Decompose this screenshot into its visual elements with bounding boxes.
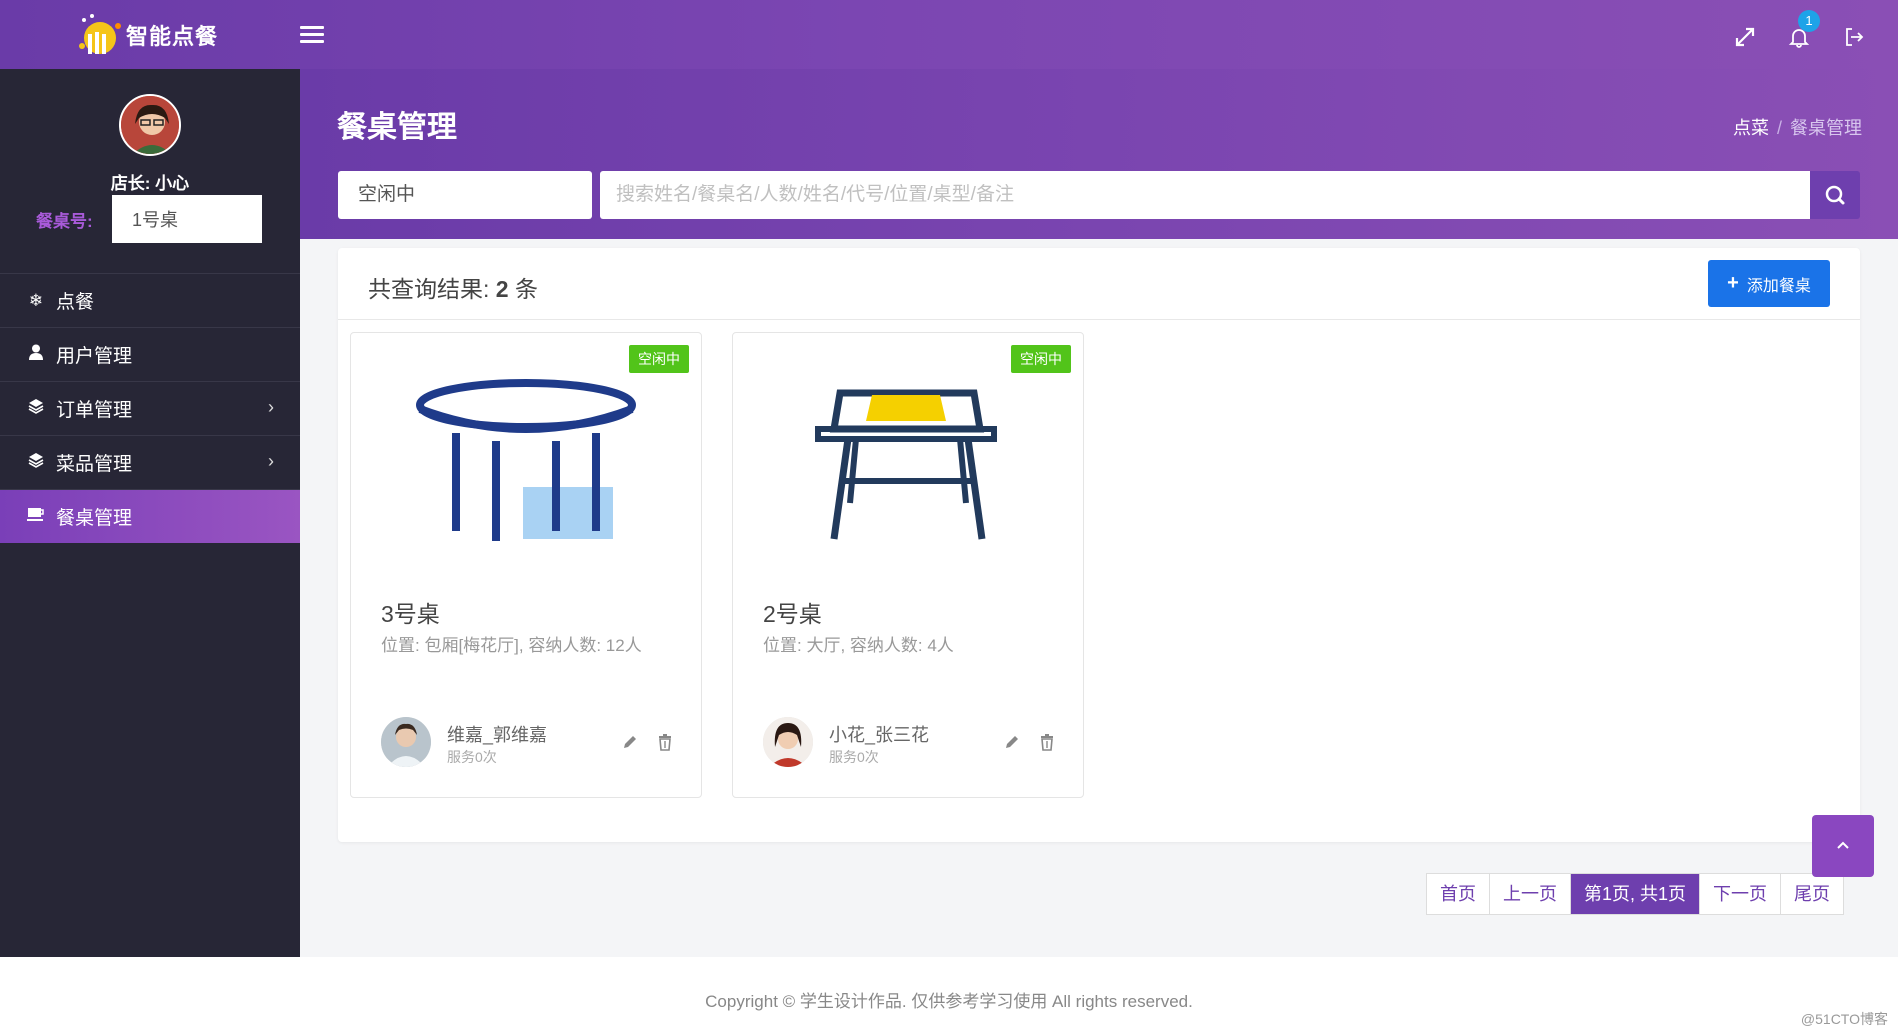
- logout-icon[interactable]: [1843, 26, 1865, 48]
- waiter-service-count: 服务0次: [447, 749, 497, 765]
- sidebar-item-label: 餐桌管理: [56, 508, 133, 529]
- logo-mark-icon: [74, 12, 130, 58]
- sidebar-menu: ❄ 点餐 用户管理 订单管理 › 菜品管理 › 餐桌管理: [0, 273, 300, 543]
- breadcrumb-item-current: 餐桌管理: [1790, 118, 1862, 138]
- sidebar-item-tables[interactable]: 餐桌管理: [0, 489, 300, 543]
- back-to-top-button[interactable]: [1812, 815, 1874, 877]
- app-logo[interactable]: 智能点餐: [74, 12, 218, 58]
- sidebar: 店长: 小心 餐桌号: ❄ 点餐 用户管理 订单管理 › 菜品管理 ›: [0, 69, 300, 957]
- user-icon: [26, 344, 46, 365]
- pagination-prev[interactable]: 上一页: [1490, 874, 1571, 914]
- table-number-field[interactable]: [112, 195, 262, 243]
- pagination-last[interactable]: 尾页: [1781, 874, 1843, 914]
- waiter-avatar: [763, 717, 813, 767]
- sidebar-item-order[interactable]: ❄ 点餐: [0, 273, 300, 327]
- owner-avatar[interactable]: [119, 94, 181, 156]
- waiter-name: 维嘉_郭维嘉: [447, 725, 548, 745]
- breadcrumb: 点菜 / 餐桌管理: [1733, 114, 1862, 140]
- add-table-label: 添加餐桌: [1746, 277, 1811, 295]
- breadcrumb-item-order[interactable]: 点菜: [1733, 118, 1769, 138]
- pagination: 首页 上一页 第1页, 共1页 下一页 尾页: [1426, 873, 1845, 915]
- pagination-current: 第1页, 共1页: [1571, 874, 1701, 914]
- breadcrumb-separator: /: [1776, 118, 1782, 138]
- search-input[interactable]: [600, 171, 1810, 219]
- layers-icon: [26, 398, 46, 419]
- table-name: 2号桌: [763, 601, 822, 627]
- sidebar-item-users[interactable]: 用户管理: [0, 327, 300, 381]
- search-button[interactable]: [1810, 171, 1860, 219]
- waiter-avatar: [381, 717, 431, 767]
- table-card[interactable]: 空闲中 3号桌 位置: 包厢[梅花厅], 容纳人数: 12人 维嘉_郭维嘉 服务…: [350, 332, 702, 798]
- result-suffix: 条: [514, 276, 538, 302]
- plus-icon: +: [1727, 272, 1739, 294]
- result-count: 共查询结果: 2 条: [368, 270, 538, 304]
- sidebar-item-orders[interactable]: 订单管理 ›: [0, 381, 300, 435]
- menu-toggle-icon[interactable]: [300, 26, 324, 44]
- table-card[interactable]: 空闲中 2号桌 位置: 大厅, 容纳人数: 4人 小花_张三花 服务0次: [732, 332, 1084, 798]
- waiter-service-count: 服务0次: [829, 749, 879, 765]
- watermark-text: @51CTO博客: [1800, 1011, 1888, 1027]
- owner-label: 店长: 小心: [110, 174, 190, 193]
- search-icon: [1825, 185, 1845, 205]
- trash-icon[interactable]: [1038, 733, 1056, 751]
- chevron-up-icon: [1837, 841, 1849, 849]
- pencil-icon[interactable]: [621, 733, 639, 751]
- fullscreen-icon[interactable]: [1734, 26, 1756, 48]
- coffee-icon: [26, 506, 46, 527]
- sidebar-item-label: 点餐: [56, 292, 95, 313]
- round-table-image: [406, 353, 646, 553]
- trash-icon[interactable]: [656, 733, 674, 751]
- sidebar-item-label: 订单管理: [56, 400, 133, 421]
- notification-badge: 1: [1798, 10, 1820, 32]
- table-number-label: 餐桌号:: [36, 212, 93, 231]
- pencil-icon[interactable]: [1003, 733, 1021, 751]
- tables-panel: 共查询结果: 2 条 + 添加餐桌 空闲中 3号桌 位置: 包厢[梅花厅], 容…: [338, 248, 1860, 842]
- page-title: 餐桌管理: [337, 111, 457, 144]
- waiter-name: 小花_张三花: [829, 725, 930, 745]
- table-name: 3号桌: [381, 601, 440, 627]
- pagination-next[interactable]: 下一页: [1700, 874, 1782, 914]
- table-description: 位置: 大厅, 容纳人数: 4人: [763, 636, 954, 655]
- panel-header: 共查询结果: 2 条 + 添加餐桌: [338, 248, 1860, 320]
- sidebar-item-label: 菜品管理: [56, 454, 133, 475]
- logo-text: 智能点餐: [126, 24, 219, 49]
- pagination-first[interactable]: 首页: [1427, 874, 1490, 914]
- chevron-right-icon: ›: [268, 397, 274, 417]
- layers-icon: [26, 452, 46, 473]
- add-table-button[interactable]: + 添加餐桌: [1708, 260, 1830, 307]
- square-table-image: [788, 353, 1028, 553]
- sidebar-item-label: 用户管理: [56, 346, 133, 367]
- chevron-right-icon: ›: [268, 451, 274, 471]
- result-number: 2: [495, 276, 509, 302]
- result-prefix: 共查询结果:: [368, 276, 490, 302]
- snowflake-icon: ❄: [28, 290, 44, 310]
- table-description: 位置: 包厢[梅花厅], 容纳人数: 12人: [381, 636, 642, 655]
- top-bar: 智能点餐 1: [0, 0, 1898, 69]
- footer: Copyright © 学生设计作品. 仅供参考学习使用 All rights …: [0, 957, 1898, 1035]
- sidebar-item-dishes[interactable]: 菜品管理 ›: [0, 435, 300, 489]
- status-filter-select[interactable]: 空闲中: [338, 171, 592, 219]
- copyright-text: Copyright © 学生设计作品. 仅供参考学习使用 All rights …: [705, 992, 1193, 1011]
